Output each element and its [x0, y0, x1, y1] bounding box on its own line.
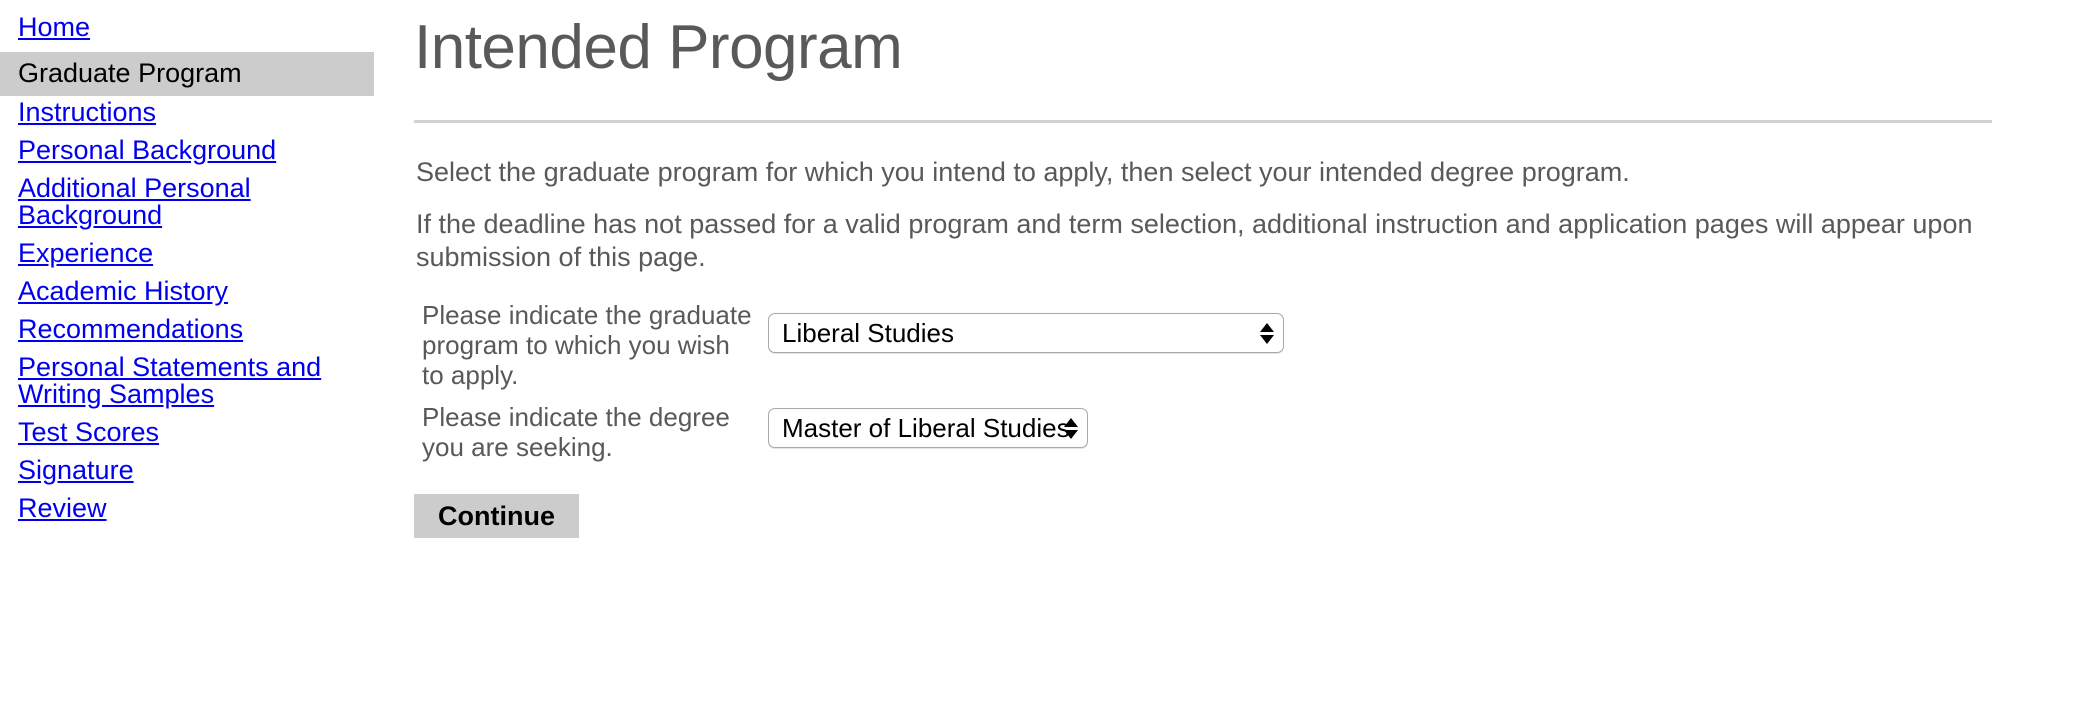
sidebar-item-additional-personal-background[interactable]: Additional Personal Background: [0, 175, 392, 229]
triangle-down-icon: [1064, 430, 1078, 439]
sidebar-item-test-scores[interactable]: Test Scores: [0, 419, 392, 446]
graduate-program-select-value: Liberal Studies: [782, 315, 954, 351]
stepper-up-down-icon[interactable]: [1259, 318, 1274, 348]
sidebar-item-recommendations[interactable]: Recommendations: [0, 316, 392, 343]
sidebar-item-signature[interactable]: Signature: [0, 457, 392, 484]
degree-field-label: Please indicate the degree you are seeki…: [422, 400, 752, 462]
degree-select-value: Master of Liberal Studies: [782, 410, 1070, 446]
degree-field-row: Please indicate the degree you are seeki…: [422, 400, 2081, 462]
sidebar-item-instructions[interactable]: Instructions: [0, 99, 392, 126]
sidebar-item-personal-background[interactable]: Personal Background: [0, 137, 392, 164]
page-title: Intended Program: [412, 0, 2081, 84]
sidebar-navigation: Home Graduate Program Instructions Perso…: [0, 0, 396, 533]
graduate-program-select[interactable]: Liberal Studies: [768, 313, 1284, 353]
intended-program-form: Please indicate the graduate program to …: [412, 298, 2081, 462]
degree-field-control: Master of Liberal Studies: [752, 400, 1088, 448]
stepper-up-down-icon[interactable]: [1063, 413, 1078, 443]
continue-button[interactable]: Continue: [414, 494, 579, 538]
sidebar-item-personal-statements-and-writing-samples[interactable]: Personal Statements and Writing Samples: [0, 354, 392, 408]
sidebar-item-graduate-program[interactable]: Graduate Program: [0, 52, 374, 96]
program-field-row: Please indicate the graduate program to …: [422, 298, 2081, 390]
intro-paragraph-2: If the deadline has not passed for a val…: [412, 189, 1996, 274]
triangle-up-icon: [1064, 418, 1078, 427]
sidebar-item-academic-history[interactable]: Academic History: [0, 278, 392, 305]
program-field-control: Liberal Studies: [752, 298, 1284, 353]
sidebar-item-home[interactable]: Home: [0, 14, 392, 41]
intro-paragraph-1: Select the graduate program for which yo…: [412, 123, 1996, 189]
form-actions: Continue: [412, 494, 2081, 538]
triangle-down-icon: [1260, 335, 1274, 344]
sidebar-item-experience[interactable]: Experience: [0, 240, 392, 267]
program-field-label: Please indicate the graduate program to …: [422, 298, 752, 390]
degree-select[interactable]: Master of Liberal Studies: [768, 408, 1088, 448]
application-page: Home Graduate Program Instructions Perso…: [0, 0, 2081, 717]
main-content: Intended Program Select the graduate pro…: [412, 0, 2081, 717]
triangle-up-icon: [1260, 323, 1274, 332]
sidebar-item-review[interactable]: Review: [0, 495, 392, 522]
